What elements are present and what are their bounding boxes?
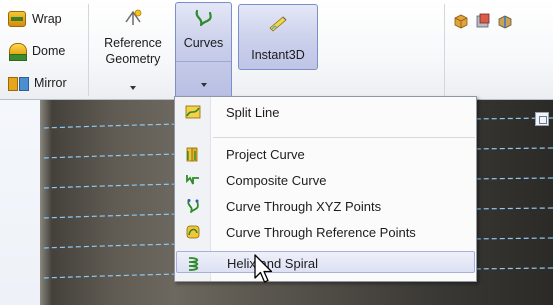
wrap-button[interactable]: Wrap [8, 8, 62, 30]
dome-button[interactable]: Dome [8, 40, 65, 62]
mirror-label: Mirror [34, 76, 67, 90]
command-manager: Wrap Dome Mirror Reference Geometry Curv… [0, 0, 553, 100]
project-curve-icon [186, 147, 198, 162]
mirror-button[interactable]: Mirror [8, 72, 67, 94]
triad-icon[interactable] [535, 112, 549, 126]
split-divider [176, 61, 231, 62]
menu-item-label: Curve Through XYZ Points [226, 199, 382, 214]
menu-item-label: Composite Curve [226, 173, 327, 188]
reference-geometry-label: Reference Geometry [95, 35, 171, 67]
menu-item-label: Project Curve [226, 147, 305, 162]
instant3d-label: Instant3D [251, 48, 305, 62]
wrap-label: Wrap [32, 12, 62, 26]
menu-item-helix-spiral[interactable]: Helix and Spiral [176, 251, 475, 273]
menu-separator [213, 137, 475, 138]
helix-spiral-icon [188, 257, 199, 271]
split-line-icon [185, 105, 201, 119]
ribbon-separator [444, 4, 445, 96]
menu-item-split-line[interactable]: Split Line [176, 101, 476, 123]
mouse-cursor-icon [254, 254, 273, 283]
composite-curve-icon [186, 175, 199, 185]
ribbon-separator [88, 4, 89, 96]
view-orientation-icon[interactable] [453, 13, 469, 29]
menu-item-composite-curve[interactable]: Composite Curve [176, 169, 476, 191]
curves-button[interactable]: Curves [175, 2, 232, 98]
curves-icon [195, 9, 212, 27]
menu-item-label: Curve Through Reference Points [226, 225, 416, 240]
chevron-down-icon [201, 83, 207, 87]
reference-geometry-label-line1: Reference [104, 36, 162, 50]
dome-label: Dome [32, 44, 66, 58]
menu-item-curve-xyz-points[interactable]: Curve Through XYZ Points [176, 195, 476, 217]
section-view-icon[interactable] [497, 13, 513, 29]
reference-geometry-label-line2: Geometry [105, 52, 161, 66]
menu-item-label: Split Line [226, 105, 280, 120]
dome-icon [8, 43, 27, 61]
instant3d-icon [269, 16, 287, 32]
curves-dropdown-menu: Split Line Project Curve Composite Curve… [174, 96, 477, 282]
reference-geometry-button[interactable]: Reference Geometry [95, 4, 171, 96]
menu-item-project-curve[interactable]: Project Curve [176, 143, 476, 165]
instant3d-button[interactable]: Instant3D [238, 4, 318, 70]
curve-reference-points-icon [186, 225, 200, 239]
menu-item-curve-reference-points[interactable]: Curve Through Reference Points [176, 221, 476, 243]
reference-geometry-icon [125, 9, 142, 25]
wrap-icon [8, 11, 26, 27]
curves-label: Curves [183, 36, 224, 50]
chevron-down-icon [130, 86, 136, 90]
display-style-icon[interactable] [475, 13, 491, 29]
curve-xyz-points-icon [187, 199, 199, 213]
heads-up-toolbar [453, 10, 513, 32]
mirror-icon [8, 75, 29, 91]
